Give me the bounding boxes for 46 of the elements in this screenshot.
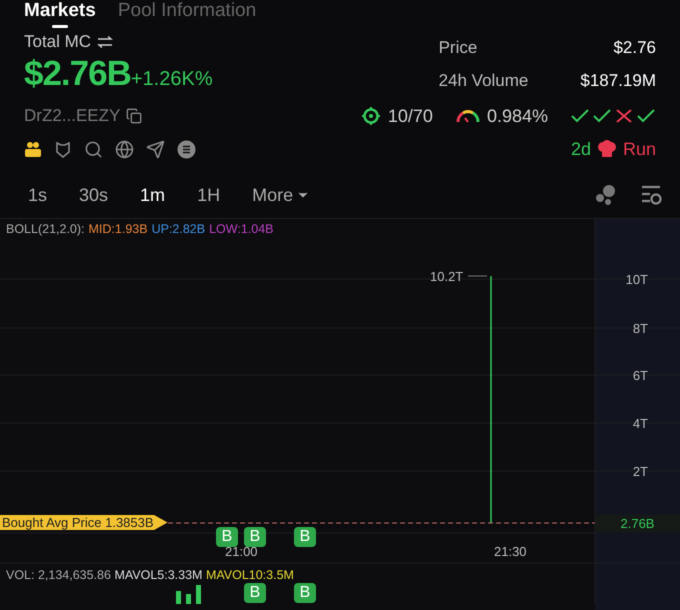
band-value: LOW:1.04B bbox=[209, 222, 274, 236]
axis-tick: 8T bbox=[632, 321, 648, 336]
risk-percent: 0.984% bbox=[486, 106, 548, 126]
stat-value: $2.76 bbox=[612, 38, 656, 59]
time-tick: 21:00 bbox=[225, 544, 258, 559]
holders-count: 10/70 bbox=[388, 106, 433, 126]
copy-icon[interactable] bbox=[126, 108, 142, 124]
section-tab[interactable]: Markets bbox=[24, 0, 96, 26]
interval-tab[interactable]: More bbox=[252, 184, 310, 206]
peak-label: 10.2T bbox=[430, 269, 464, 284]
status-label: Run bbox=[622, 138, 656, 160]
menu-icon[interactable] bbox=[177, 140, 196, 158]
axis-tick: 2T bbox=[632, 464, 648, 479]
axis-tick: 10T bbox=[626, 272, 648, 287]
interval-tab[interactable]: 30s bbox=[79, 184, 108, 206]
axis-tick: 6T bbox=[632, 368, 648, 383]
people-icon[interactable] bbox=[24, 140, 42, 158]
band-value: UP:2.82B bbox=[152, 222, 206, 236]
axis-tick: 4T bbox=[632, 416, 648, 431]
stat-label: Price bbox=[438, 38, 478, 59]
volume-bars bbox=[176, 585, 201, 604]
age-label: 2d bbox=[570, 138, 591, 160]
gauge-icon bbox=[454, 108, 481, 124]
settings-icon[interactable] bbox=[640, 184, 662, 206]
avg-price-tag: Bought Avg Price 1.3853B bbox=[0, 515, 168, 530]
market-cap-value: $2.76B bbox=[24, 54, 131, 94]
current-price-tag: 2.76B bbox=[595, 515, 680, 532]
interval-tab[interactable]: 1H bbox=[197, 184, 220, 206]
stat-value: $187.19M bbox=[580, 71, 656, 92]
interval-tab[interactable]: 1s bbox=[28, 184, 48, 206]
band-value: MID:1.93B bbox=[88, 222, 148, 236]
boll-legend: BOLL(21,2.0): MID:1.93B UP:2.82B LOW:1.04B bbox=[6, 222, 274, 236]
search-icon[interactable] bbox=[84, 140, 103, 158]
stat-label: 24h Volume bbox=[438, 71, 528, 92]
bubbles-icon[interactable] bbox=[594, 184, 618, 206]
volume-legend: VOL: 2,134,635.86 MAVOL5:3.33M MAVOL10:3.5M bbox=[6, 568, 294, 582]
chef-hat-icon bbox=[596, 140, 617, 158]
change-percent: +1.26K% bbox=[130, 68, 213, 91]
time-tick: 21:30 bbox=[494, 544, 527, 559]
token-address: DrZ2...EEZY bbox=[24, 106, 120, 126]
total-mc-label: Total MC bbox=[24, 32, 92, 52]
paper-plane-icon[interactable] bbox=[146, 140, 165, 158]
globe-icon[interactable] bbox=[115, 140, 134, 158]
swap-icon[interactable] bbox=[97, 36, 114, 48]
target-icon bbox=[362, 107, 380, 125]
interval-tab[interactable]: 1m bbox=[140, 184, 166, 206]
